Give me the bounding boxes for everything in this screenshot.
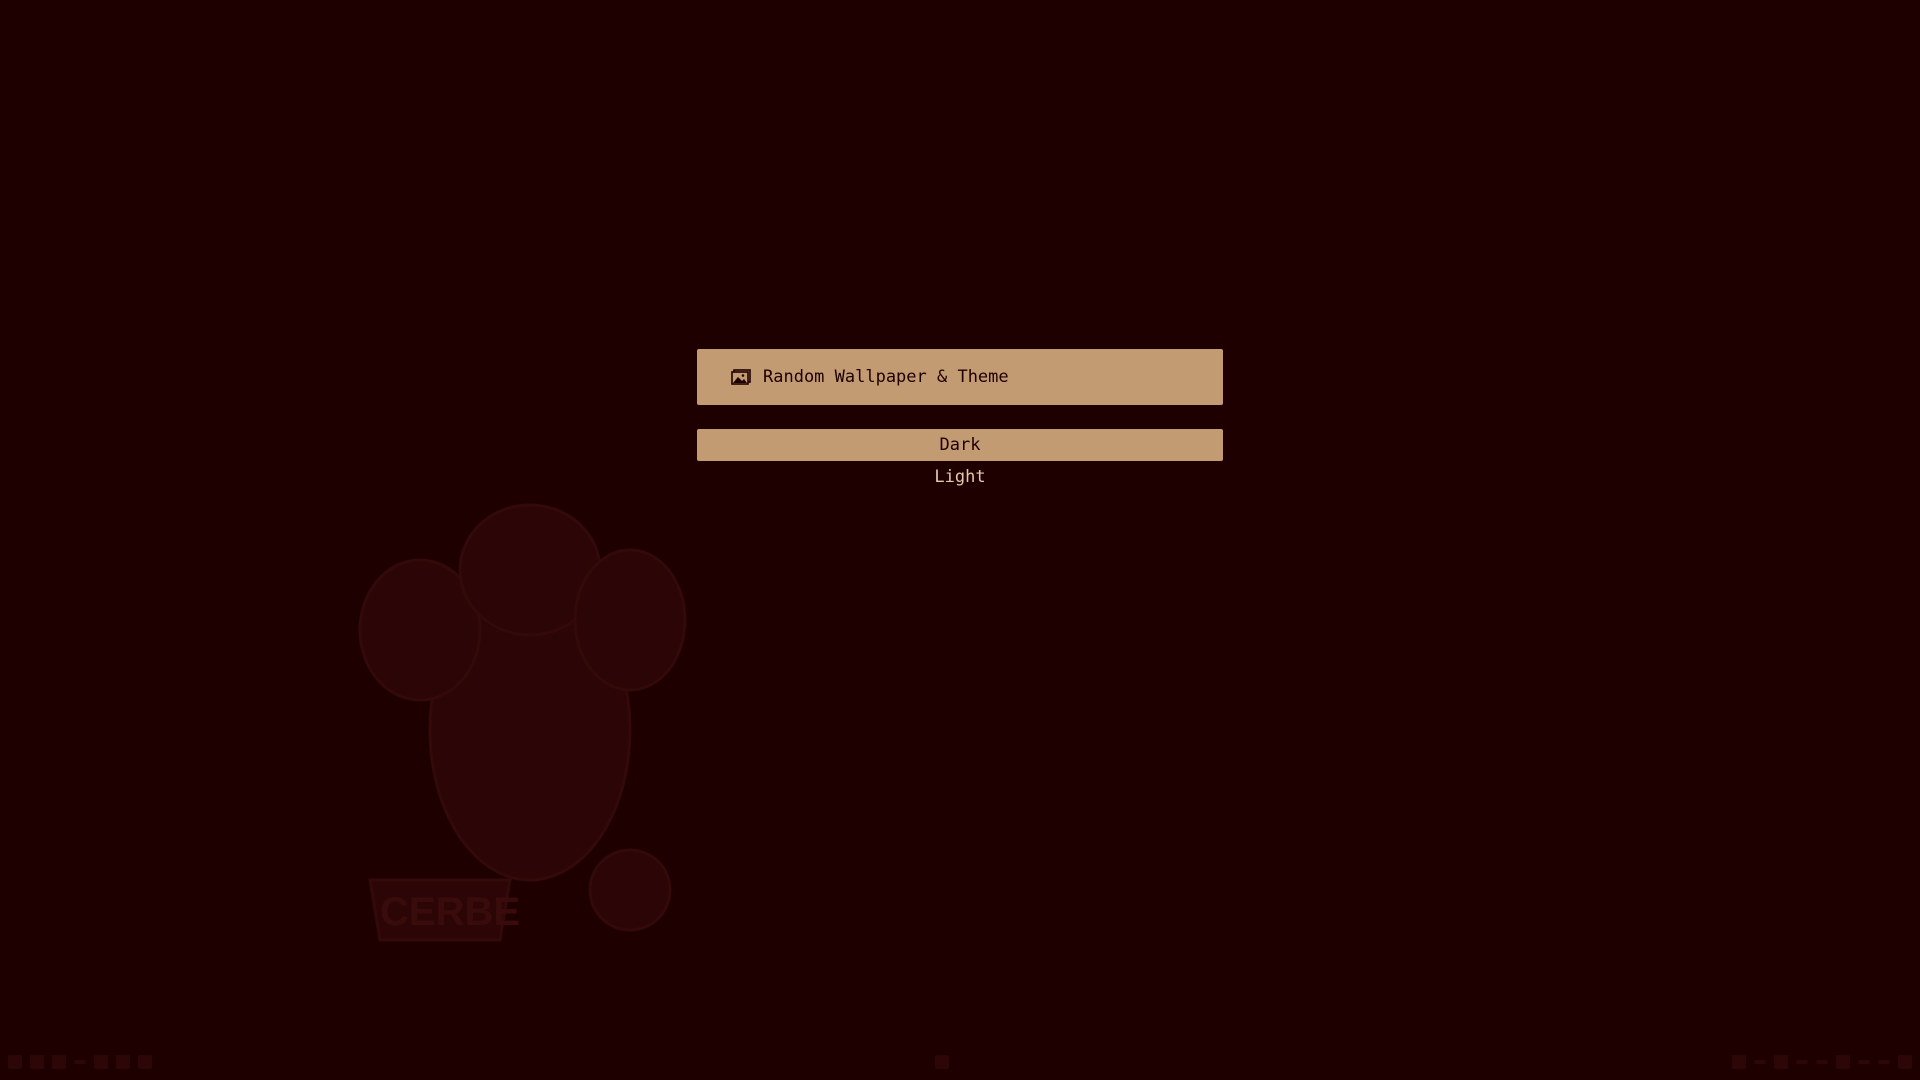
taskbar-left <box>8 1055 152 1069</box>
menu-header: Random Wallpaper & Theme <box>697 349 1223 405</box>
weather-chip[interactable] <box>1754 1060 1766 1064</box>
workspace-indicator[interactable] <box>74 1060 86 1064</box>
taskbar-right <box>1732 1055 1912 1069</box>
workspace-icon[interactable] <box>52 1055 66 1069</box>
volume-icon[interactable] <box>1836 1055 1850 1069</box>
menu-title: Random Wallpaper & Theme <box>763 367 1009 387</box>
desktop: CERBE Random Wallpaper & Theme Dark Ligh… <box>0 0 1920 1080</box>
clock-chip[interactable] <box>1878 1060 1890 1064</box>
wallpaper-text: CERBE <box>380 890 520 934</box>
app-icon[interactable] <box>116 1055 130 1069</box>
option-dark[interactable]: Dark <box>697 429 1223 461</box>
center-icon[interactable] <box>935 1055 949 1069</box>
taskbar <box>0 1044 1920 1080</box>
wifi-icon[interactable] <box>1774 1055 1788 1069</box>
power-icon[interactable] <box>1898 1055 1912 1069</box>
taskbar-center <box>935 1055 949 1069</box>
date-chip[interactable] <box>1858 1060 1870 1064</box>
keyboard-chip[interactable] <box>1816 1060 1828 1064</box>
wallpaper-illustration: CERBE <box>358 503 687 942</box>
image-icon <box>731 369 751 385</box>
workspace-icon[interactable] <box>8 1055 22 1069</box>
network-chip[interactable] <box>1796 1060 1808 1064</box>
workspace-icon[interactable] <box>30 1055 44 1069</box>
app-icon[interactable] <box>138 1055 152 1069</box>
option-light[interactable]: Light <box>697 461 1223 493</box>
app-icon[interactable] <box>94 1055 108 1069</box>
theme-menu: Random Wallpaper & Theme Dark Light <box>697 349 1223 493</box>
options-list: Dark Light <box>697 429 1223 493</box>
weather-icon <box>1732 1055 1746 1069</box>
